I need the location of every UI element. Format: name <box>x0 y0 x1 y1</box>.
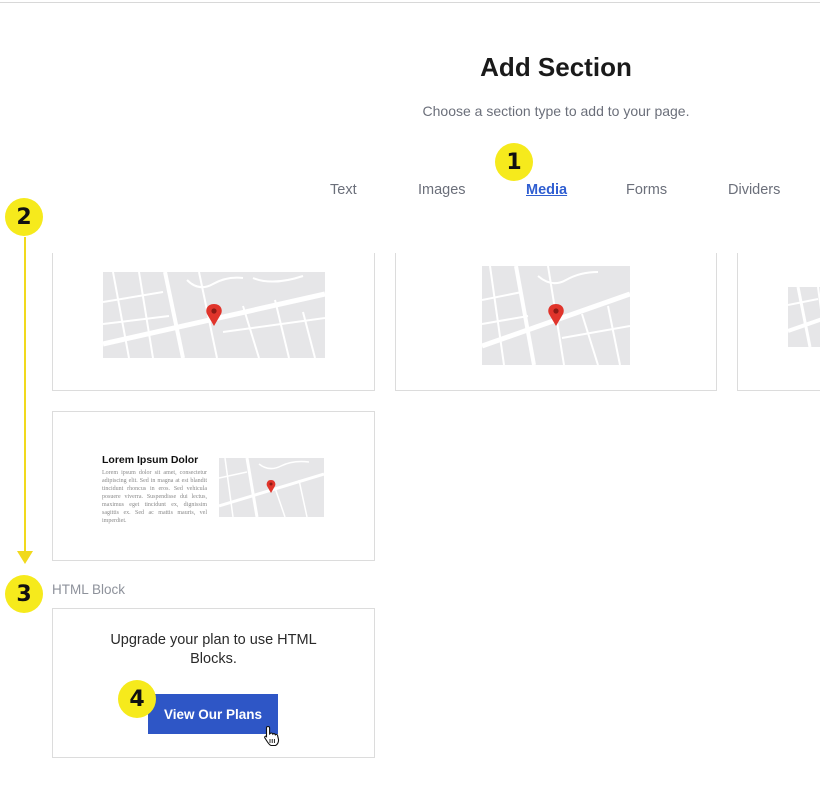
map-section-card-2[interactable] <box>395 253 717 391</box>
tab-dividers[interactable]: Dividers <box>728 182 780 198</box>
sample-body-text: Lorem ipsum dolor sit amet, consectetur … <box>102 470 207 524</box>
annotation-badge-3: 3 <box>5 575 43 613</box>
map-section-card-1[interactable] <box>52 253 375 391</box>
tab-text[interactable]: Text <box>330 182 357 198</box>
top-divider <box>0 2 820 3</box>
map-section-card-3[interactable] <box>737 253 820 391</box>
annotation-arrow <box>24 237 26 555</box>
annotation-badge-2: 2 <box>5 198 43 236</box>
annotation-arrow-head <box>17 551 33 564</box>
tab-images[interactable]: Images <box>418 182 466 198</box>
page-subtitle: Choose a section type to add to your pag… <box>422 103 690 119</box>
sample-heading: Lorem Ipsum Dolor <box>102 454 199 466</box>
hand-cursor-icon <box>264 725 280 747</box>
map-icon <box>219 458 324 517</box>
tab-forms[interactable]: Forms <box>626 182 667 198</box>
view-plans-button[interactable]: View Our Plans <box>148 694 278 734</box>
upgrade-message: Upgrade your plan to use HTML Blocks. <box>110 632 317 667</box>
html-block-label: HTML Block <box>52 582 126 597</box>
page-title: Add Section <box>480 52 632 82</box>
text-map-section-card[interactable]: Lorem Ipsum Dolor Lorem ipsum dolor sit … <box>52 411 375 561</box>
html-block-card: Upgrade your plan to use HTML Blocks. Vi… <box>52 608 375 758</box>
annotation-badge-4: 4 <box>118 680 156 718</box>
map-icon <box>482 266 630 365</box>
map-icon <box>788 287 820 347</box>
tab-media[interactable]: Media <box>526 182 567 198</box>
map-icon <box>103 272 325 358</box>
annotation-badge-1: 1 <box>495 143 533 181</box>
